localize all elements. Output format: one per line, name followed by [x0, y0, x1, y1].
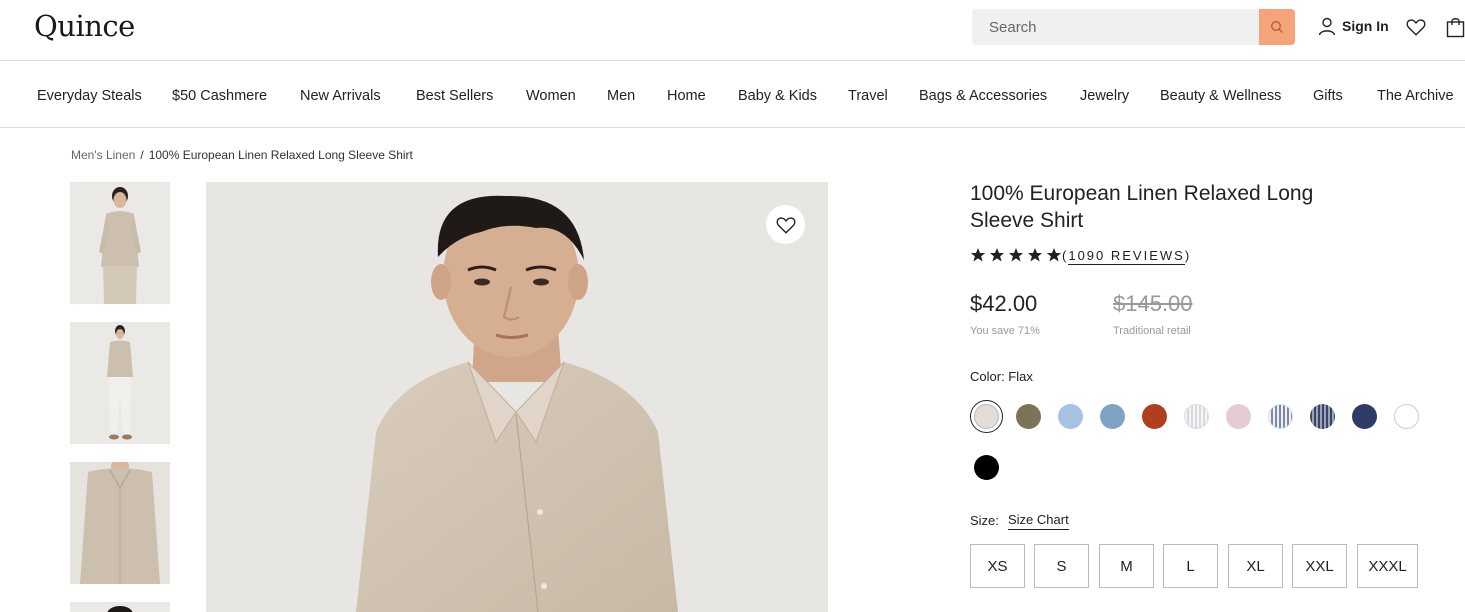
product-thumbnail[interactable]: [70, 462, 170, 584]
color-swatch-white-stripe[interactable]: [1184, 404, 1209, 429]
main-product-image[interactable]: [206, 182, 828, 612]
cart-icon: [1446, 18, 1465, 38]
color-swatch-navy[interactable]: [1352, 404, 1377, 429]
rating-stars: [970, 247, 1062, 263]
model-front-thumbnail-image: [70, 182, 170, 304]
search-input[interactable]: [972, 9, 1259, 45]
savings-text: You save 71%: [970, 325, 1040, 337]
star-icon: [1008, 248, 1024, 262]
nav-item-50-cashmere[interactable]: $50 Cashmere: [172, 88, 267, 104]
nav-item-men[interactable]: Men: [607, 88, 635, 104]
product-title: 100% European Linen Relaxed Long Sleeve …: [970, 182, 1314, 232]
color-swatch-light-blue[interactable]: [1058, 404, 1083, 429]
size-label: Size:: [970, 513, 999, 528]
nav-item-new-arrivals[interactable]: New Arrivals: [300, 88, 381, 104]
nav-item-gifts[interactable]: Gifts: [1313, 88, 1343, 104]
size-button-s[interactable]: S: [1034, 544, 1089, 588]
heart-icon: [776, 216, 795, 234]
nav-item-bags-accessories[interactable]: Bags & Accessories: [919, 88, 1047, 104]
color-swatch-black[interactable]: [974, 455, 999, 480]
breadcrumb-separator: /: [140, 148, 144, 162]
star-icon: [970, 248, 986, 262]
reviews-link[interactable]: (1090 REVIEWS): [1062, 248, 1192, 265]
original-price-label: Traditional retail: [1113, 325, 1191, 337]
color-swatch-navy-stripe[interactable]: [1310, 404, 1335, 429]
reviews-count: 1090 REVIEWS: [1068, 248, 1185, 265]
color-label: Color: Flax: [970, 369, 1033, 384]
wishlist-button[interactable]: [1405, 16, 1427, 43]
sign-in-link[interactable]: Sign In: [1317, 16, 1389, 36]
product-thumbnail[interactable]: [70, 182, 170, 304]
size-chart-link[interactable]: Size Chart: [1008, 512, 1069, 530]
color-swatch-blue[interactable]: [1100, 404, 1125, 429]
nav-item-best-sellers[interactable]: Best Sellers: [416, 88, 493, 104]
size-button-l[interactable]: L: [1163, 544, 1218, 588]
nav-item-baby-kids[interactable]: Baby & Kids: [738, 88, 817, 104]
size-button-m[interactable]: M: [1099, 544, 1154, 588]
sign-in-label: Sign In: [1342, 18, 1389, 34]
nav-item-travel[interactable]: Travel: [848, 88, 888, 104]
user-icon: [1318, 17, 1336, 36]
color-swatch-white[interactable]: [1394, 404, 1419, 429]
size-button-xl[interactable]: XL: [1228, 544, 1283, 588]
product-thumbnail[interactable]: [70, 322, 170, 444]
add-to-favorites-button[interactable]: [766, 205, 805, 244]
original-price: $145.00: [1113, 291, 1193, 316]
search-bar: [972, 9, 1295, 45]
reviews-close-paren: ): [1184, 248, 1192, 263]
nav-item-the-archive[interactable]: The Archive: [1377, 88, 1454, 104]
partial-thumbnail-image: [70, 605, 170, 612]
color-swatch-blue-stripe[interactable]: [1268, 404, 1293, 429]
nav-item-everyday-steals[interactable]: Everyday Steals: [37, 88, 142, 104]
shirt-detail-thumbnail-image: [70, 462, 170, 584]
heart-icon: [1406, 19, 1426, 36]
star-icon: [1027, 248, 1043, 262]
size-button-xs[interactable]: XS: [970, 544, 1025, 588]
product-thumbnail[interactable]: [70, 602, 170, 612]
model-full-body-thumbnail-image: [70, 322, 170, 444]
star-icon: [989, 248, 1005, 262]
sale-price: $42.00: [970, 291, 1038, 316]
color-swatch-olive[interactable]: [1016, 404, 1041, 429]
nav-item-jewelry[interactable]: Jewelry: [1080, 88, 1129, 104]
nav-item-beauty-wellness[interactable]: Beauty & Wellness: [1160, 88, 1281, 104]
breadcrumb-current: 100% European Linen Relaxed Long Sleeve …: [148, 148, 413, 162]
search-button[interactable]: [1259, 9, 1295, 45]
size-button-xxl[interactable]: XXL: [1292, 544, 1347, 588]
model-photo: [206, 182, 828, 612]
size-button-xxxl[interactable]: XXXL: [1357, 544, 1418, 588]
nav-item-women[interactable]: Women: [526, 88, 576, 104]
star-icon: [1046, 248, 1062, 262]
search-icon: [1271, 21, 1283, 33]
color-swatch-rust[interactable]: [1142, 404, 1167, 429]
breadcrumb: Men's Linen / 100% European Linen Relaxed …: [71, 148, 413, 162]
site-header: Quince Sign In: [0, 0, 1465, 61]
nav-item-home[interactable]: Home: [667, 88, 706, 104]
color-swatch-flax[interactable]: [974, 404, 999, 429]
breadcrumb-parent-link[interactable]: Men's Linen: [71, 148, 135, 162]
main-nav: Everyday Steals $50 Cashmere New Arrival…: [0, 61, 1465, 128]
cart-button[interactable]: [1446, 16, 1465, 43]
color-swatch-pink[interactable]: [1226, 404, 1251, 429]
quince-logo[interactable]: Quince: [34, 9, 135, 43]
